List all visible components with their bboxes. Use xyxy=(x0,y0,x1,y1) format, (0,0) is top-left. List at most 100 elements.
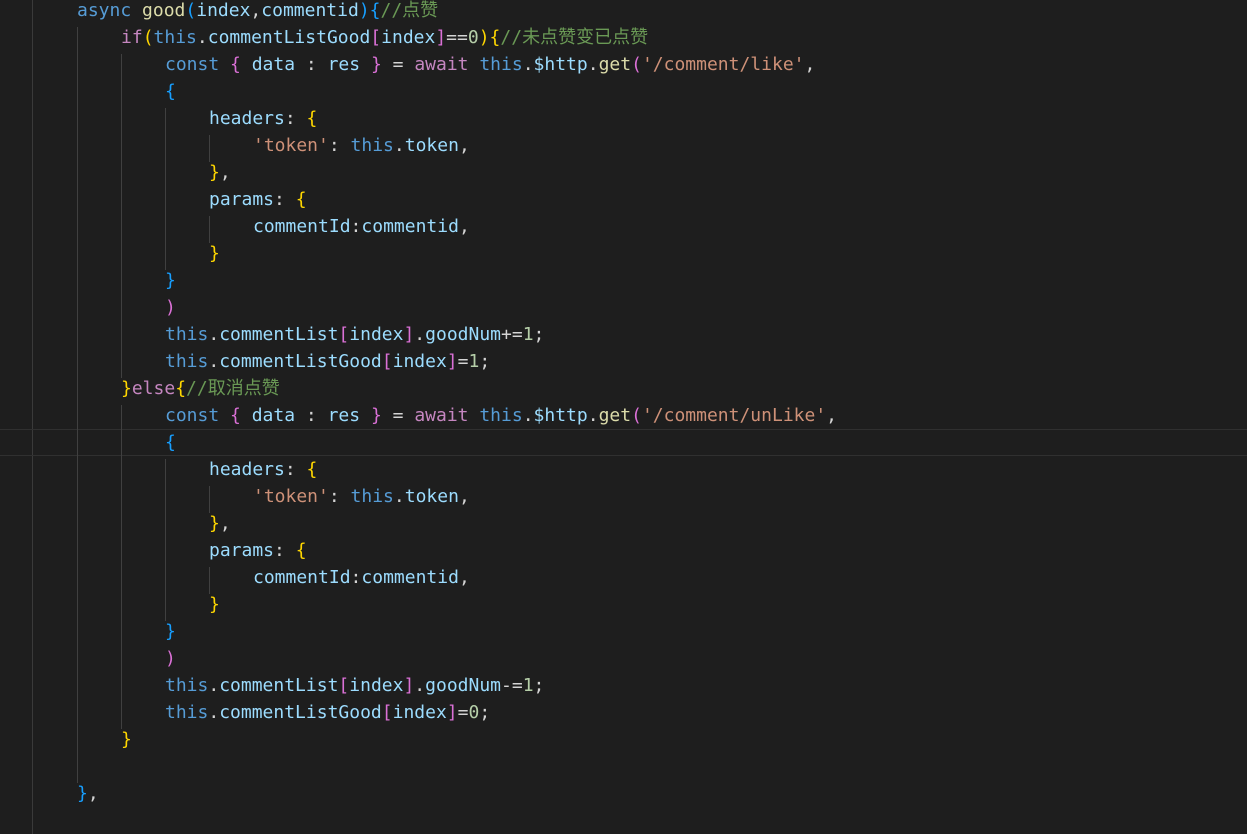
code-token: { xyxy=(175,378,187,399)
code-token: , xyxy=(826,405,838,426)
code-line[interactable]: }, xyxy=(209,159,231,186)
code-line[interactable]: this.commentListGood[index]=0; xyxy=(165,699,490,726)
code-line[interactable]: }else{//取消点赞 xyxy=(121,375,280,402)
code-token: { xyxy=(230,54,241,75)
code-token: , xyxy=(87,783,99,804)
code-line[interactable]: commentId:commentid, xyxy=(253,564,470,591)
code-token: [ xyxy=(381,351,393,372)
code-line[interactable]: } xyxy=(209,591,220,618)
code-token: commentId xyxy=(253,567,351,588)
code-token: index xyxy=(349,675,404,696)
code-token: -= xyxy=(501,675,523,696)
code-token: await xyxy=(414,54,469,75)
code-line[interactable]: headers: { xyxy=(209,105,317,132)
code-token: ; xyxy=(479,702,491,723)
code-token: this xyxy=(165,324,209,345)
code-token: : xyxy=(274,189,296,210)
code-line[interactable]: this.commentList[index].goodNum+=1; xyxy=(165,321,544,348)
code-line[interactable]: 'token': this.token, xyxy=(253,132,470,159)
code-line[interactable]: params: { xyxy=(209,537,307,564)
code-token: , xyxy=(458,567,470,588)
code-token: } xyxy=(165,270,176,291)
code-line[interactable]: { xyxy=(165,429,176,456)
code-token: else xyxy=(131,378,176,399)
code-token: . xyxy=(196,27,208,48)
code-token: . xyxy=(522,54,534,75)
code-line[interactable]: 'token': this.token, xyxy=(253,483,470,510)
code-line[interactable]: ) xyxy=(165,294,176,321)
code-token: index xyxy=(392,702,447,723)
indent-guide xyxy=(209,486,210,513)
code-line[interactable]: } xyxy=(165,618,176,645)
code-token: headers xyxy=(209,108,285,129)
code-token: : xyxy=(350,216,362,237)
code-token: commentid xyxy=(261,0,359,21)
code-token: ) xyxy=(358,0,370,21)
code-editor[interactable]: async good(index,commentid){//点赞 if(this.… xyxy=(0,0,1247,834)
code-line[interactable]: ) xyxy=(165,645,176,672)
current-line-highlight xyxy=(0,429,1247,456)
code-token: '/comment/unLike' xyxy=(641,405,827,426)
code-token: goodNum xyxy=(425,324,501,345)
code-token: { xyxy=(295,189,307,210)
code-token: = xyxy=(381,405,415,426)
code-token: } xyxy=(209,162,220,183)
code-token: { xyxy=(489,27,501,48)
code-token: ( xyxy=(185,0,197,21)
code-token: async xyxy=(77,0,132,21)
code-token: commentid xyxy=(361,216,459,237)
code-line[interactable]: headers: { xyxy=(209,456,317,483)
code-line[interactable]: this.commentList[index].goodNum-=1; xyxy=(165,672,544,699)
code-token: params xyxy=(209,189,275,210)
code-token: headers xyxy=(209,459,285,480)
code-token: . xyxy=(522,405,534,426)
code-token: get xyxy=(598,54,632,75)
code-token: ] xyxy=(446,702,458,723)
code-token: res xyxy=(327,54,361,75)
code-token: ( xyxy=(631,405,642,426)
code-line[interactable]: } xyxy=(121,726,132,753)
code-token: } xyxy=(77,783,88,804)
code-token: . xyxy=(587,405,599,426)
code-token: commentid xyxy=(361,567,459,588)
code-line[interactable]: this.commentListGood[index]=1; xyxy=(165,348,490,375)
code-token: } xyxy=(370,405,382,426)
code-token: , xyxy=(219,513,231,534)
code-token: ; xyxy=(533,324,545,345)
code-line[interactable]: } xyxy=(165,267,176,294)
code-token: [ xyxy=(338,675,350,696)
code-token: commentList xyxy=(219,675,339,696)
code-token: } xyxy=(209,594,220,615)
code-line[interactable]: }, xyxy=(77,780,99,807)
code-token: , xyxy=(250,0,262,21)
code-line[interactable]: } xyxy=(209,240,220,267)
code-token: data xyxy=(251,405,296,426)
code-token: this xyxy=(153,27,197,48)
code-line[interactable]: }, xyxy=(209,510,231,537)
indent-guide xyxy=(165,459,166,621)
code-token: 'token' xyxy=(253,486,329,507)
code-token: $http xyxy=(533,54,588,75)
code-token: this xyxy=(350,486,394,507)
code-token: . xyxy=(393,135,405,156)
code-token: . xyxy=(208,702,220,723)
code-token: this xyxy=(165,675,209,696)
code-line[interactable]: if(this.commentListGood[index]==0){//未点赞… xyxy=(121,24,648,51)
code-token: { xyxy=(165,432,176,453)
code-line[interactable]: params: { xyxy=(209,186,307,213)
code-line[interactable]: const { data : res } = await this.$http.… xyxy=(165,402,837,429)
code-line[interactable]: { xyxy=(165,78,176,105)
code-token: if xyxy=(121,27,143,48)
code-line[interactable]: const { data : res } = await this.$http.… xyxy=(165,51,815,78)
code-line[interactable]: commentId:commentid, xyxy=(253,213,470,240)
code-token: } xyxy=(209,513,220,534)
code-token: index xyxy=(196,0,251,21)
code-line[interactable]: async good(index,commentid){//点赞 xyxy=(77,0,438,24)
code-token: index xyxy=(349,324,404,345)
code-token: ; xyxy=(479,351,491,372)
code-token: ( xyxy=(631,54,642,75)
code-token: params xyxy=(209,540,275,561)
